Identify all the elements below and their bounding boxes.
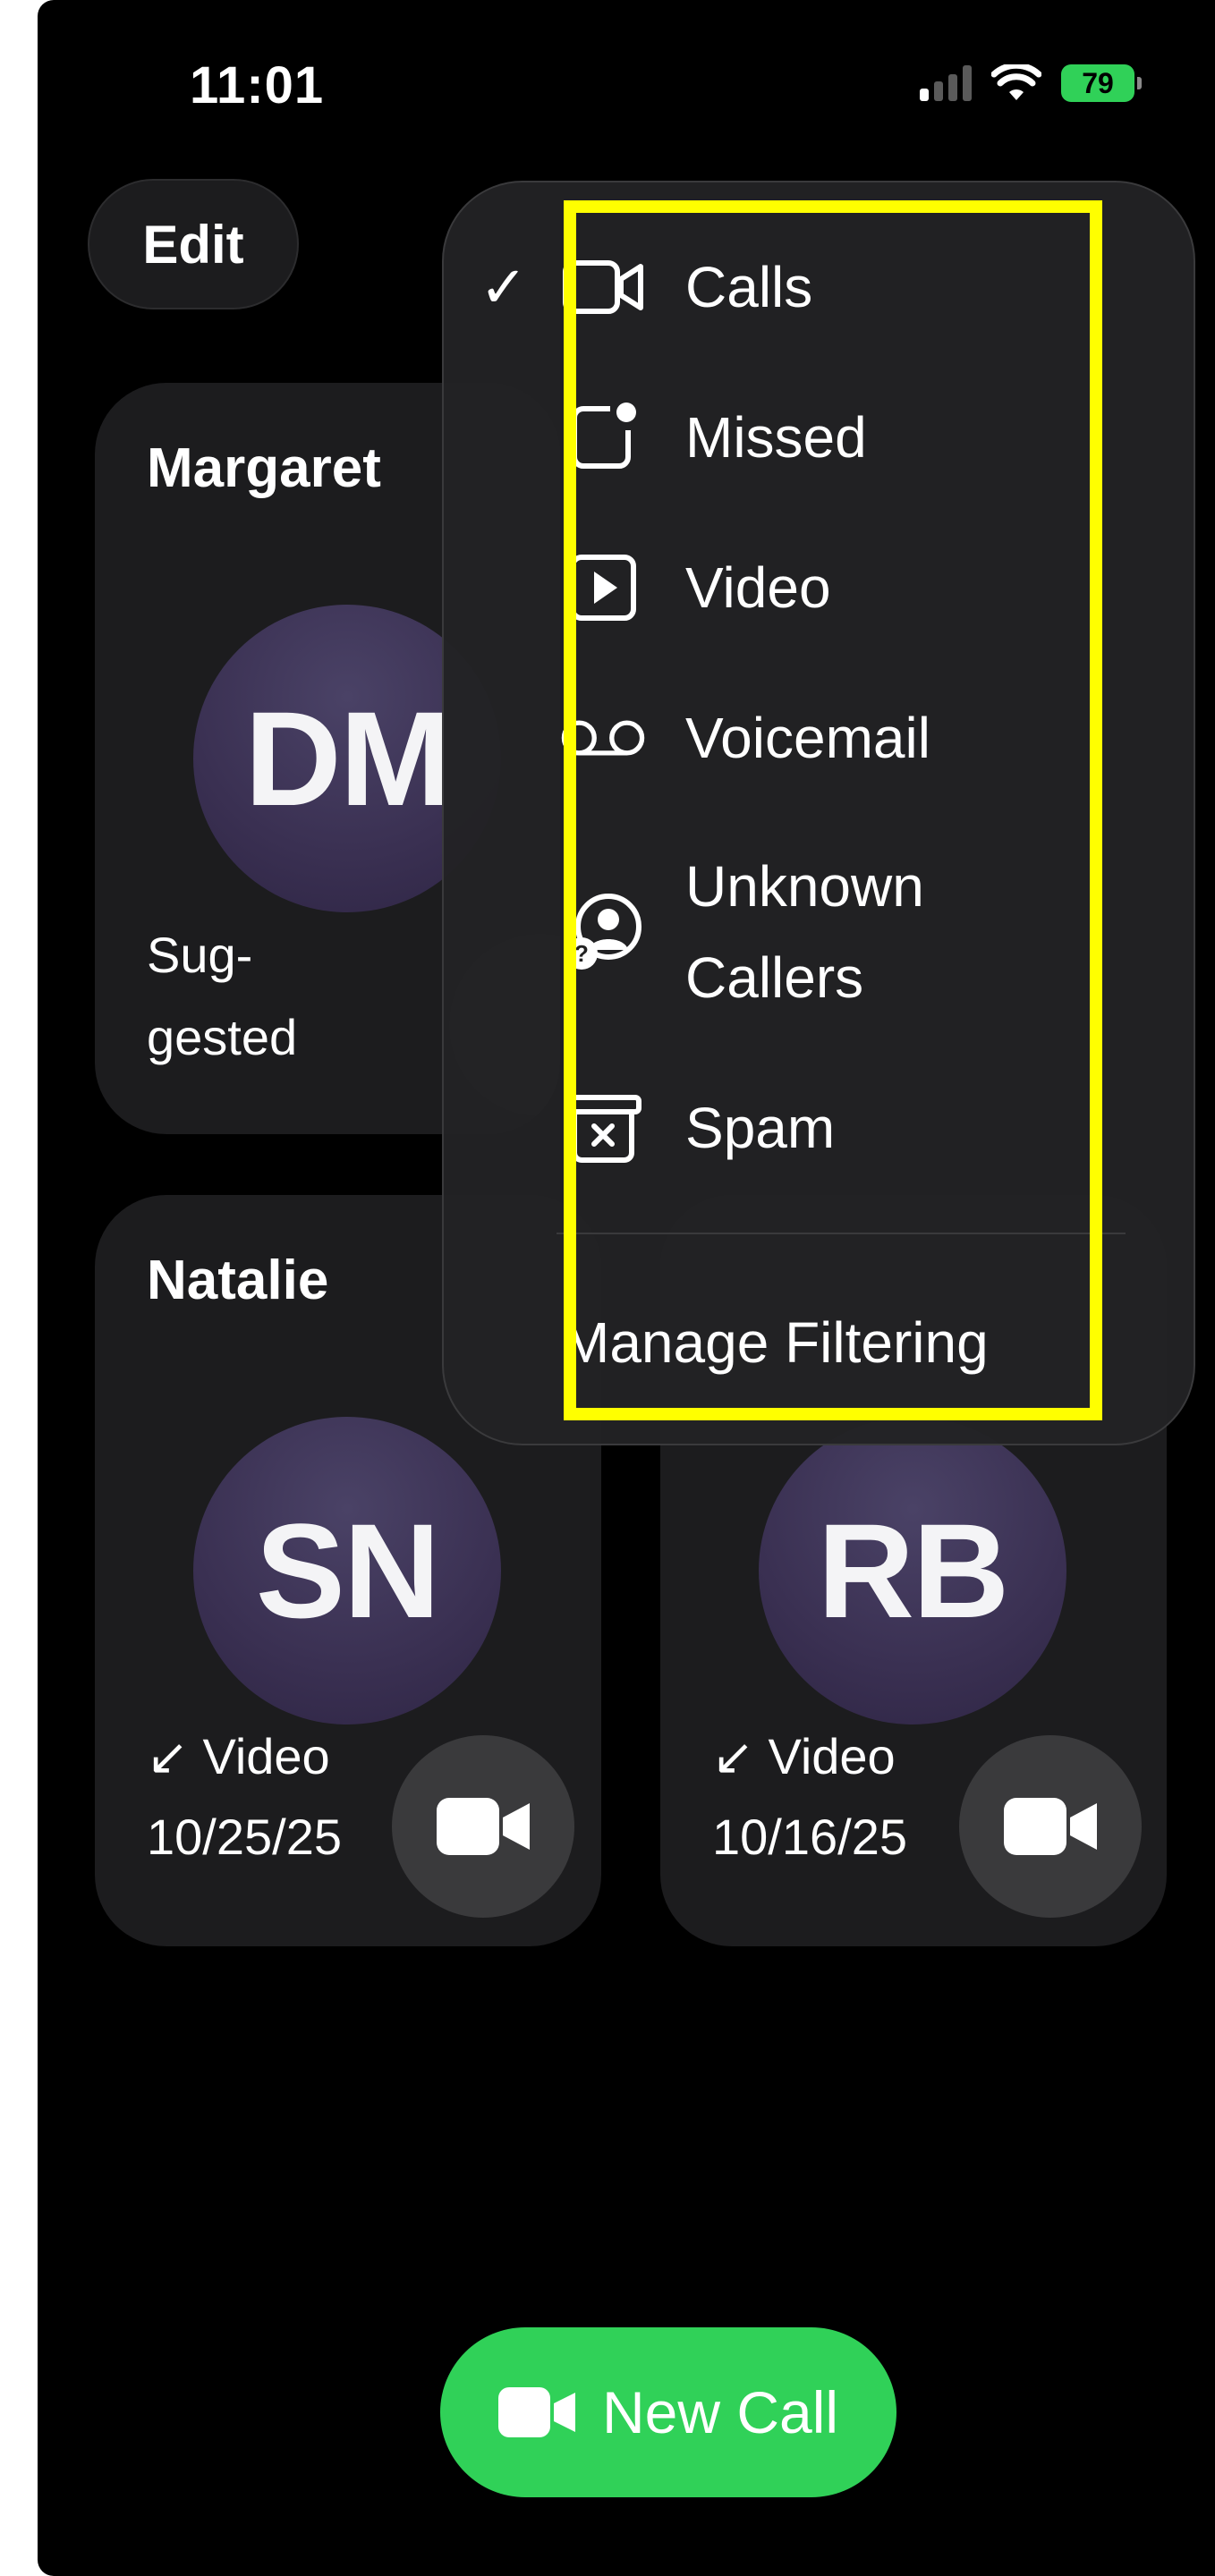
call-type-label: ↙ Video <box>712 1728 896 1784</box>
menu-item-voicemail[interactable]: Voicemail <box>444 692 1194 784</box>
menu-item-label: Unknown <box>685 854 924 919</box>
voicemail-icon <box>560 695 646 781</box>
menu-divider <box>557 1233 1126 1234</box>
menu-item-calls[interactable]: ✓ Calls <box>444 242 1194 333</box>
status-icons: 79 <box>920 64 1142 102</box>
avatar: SN <box>193 1417 501 1724</box>
card-subtitle-line2: gested <box>147 1009 298 1065</box>
avatar: RB <box>759 1417 1066 1724</box>
new-call-label: New Call <box>601 2379 839 2445</box>
contact-name: Margaret <box>147 437 381 499</box>
missed-badge-icon <box>560 394 646 480</box>
battery-icon: 79 <box>1061 64 1142 102</box>
manage-filtering-item[interactable]: Manage Filtering <box>444 1297 1194 1388</box>
video-camera-icon <box>1004 1798 1097 1855</box>
menu-item-label: Missed <box>685 405 867 470</box>
menu-item-label: Calls <box>685 255 813 319</box>
menu-item-unknown-callers[interactable]: ? Unknown Callers <box>444 841 1194 1023</box>
menu-item-label: Voicemail <box>685 706 930 770</box>
video-camera-icon <box>437 1798 530 1855</box>
video-play-icon <box>560 545 646 631</box>
card-subtitle-line1: Sug- <box>147 927 253 983</box>
unknown-callers-icon: ? <box>560 889 646 975</box>
checkmark-icon: ✓ <box>480 254 528 319</box>
video-call-button[interactable] <box>392 1735 574 1918</box>
spam-bin-icon <box>560 1085 646 1171</box>
manage-filtering-label: Manage Filtering <box>562 1310 989 1375</box>
call-type-label: ↙ Video <box>147 1728 330 1784</box>
edit-button[interactable]: Edit <box>88 179 299 309</box>
status-time: 11:01 <box>190 56 325 114</box>
menu-item-label-line2: Callers <box>685 945 864 1010</box>
menu-item-label: Spam <box>685 1096 836 1160</box>
call-date: 10/16/25 <box>712 1809 907 1865</box>
menu-item-spam[interactable]: Spam <box>444 1082 1194 1174</box>
call-date: 10/25/25 <box>147 1809 342 1865</box>
contact-name: Natalie <box>147 1250 329 1311</box>
menu-item-missed[interactable]: Missed <box>444 392 1194 483</box>
menu-item-label: Video <box>685 555 831 620</box>
video-camera-icon <box>560 244 646 330</box>
video-camera-icon <box>497 2387 575 2437</box>
new-call-button[interactable]: New Call <box>440 2327 896 2497</box>
filter-menu: ✓ Calls Missed Video Voicemail ? Unknown… <box>442 181 1195 1445</box>
cellular-signal-icon <box>920 65 972 101</box>
battery-level: 79 <box>1082 66 1114 99</box>
wifi-icon <box>991 64 1041 100</box>
video-call-button[interactable] <box>959 1735 1142 1918</box>
menu-item-video[interactable]: Video <box>444 542 1194 633</box>
phone-screen: 11:01 79 Edit Margaret DM Sug- gested Na… <box>38 0 1215 2576</box>
svg-text:?: ? <box>574 940 589 967</box>
